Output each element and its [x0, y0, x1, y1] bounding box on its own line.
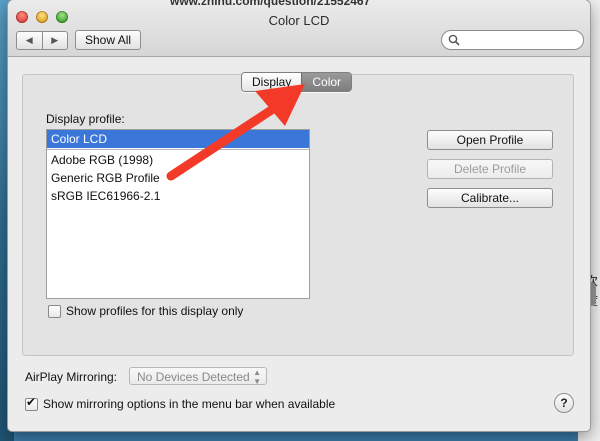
mirroring-options-row[interactable]: Show mirroring options in the menu bar w… — [25, 395, 336, 411]
tab-color[interactable]: Color — [301, 73, 352, 91]
airplay-select-value: No Devices Detected — [137, 370, 250, 384]
preferences-window: Color LCD ◀ ▶ Show All Display Color Dis… — [8, 0, 590, 431]
search-icon — [448, 34, 460, 46]
list-item-srgb[interactable]: sRGB IEC61966-2.1 — [47, 187, 309, 205]
tab-display[interactable]: Display — [242, 73, 302, 91]
show-profiles-row[interactable]: Show profiles for this display only — [48, 304, 243, 318]
show-profiles-label: Show profiles for this display only — [66, 304, 244, 318]
delete-profile-button[interactable]: Delete Profile — [427, 159, 553, 179]
calibrate-button[interactable]: Calibrate... — [427, 188, 553, 208]
help-button[interactable]: ? — [554, 393, 574, 413]
open-profile-button[interactable]: Open Profile — [427, 130, 553, 150]
list-separator — [47, 149, 309, 150]
display-profile-list[interactable]: Color LCD Adobe RGB (1998) Generic RGB P… — [46, 129, 310, 299]
chevron-right-icon: ▶ — [51, 35, 59, 45]
show-all-button[interactable]: Show All — [75, 30, 142, 50]
window-title: Color LCD — [268, 13, 330, 28]
back-button[interactable]: ◀ — [17, 32, 42, 49]
select-arrows-icon: ▲ ▼ — [253, 368, 261, 386]
back-forward-buttons: ◀ ▶ — [16, 31, 68, 50]
list-item-color-lcd[interactable]: Color LCD — [47, 130, 309, 148]
display-profile-label: Display profile: — [46, 112, 125, 126]
search-input[interactable] — [441, 30, 584, 50]
list-item-generic-rgb[interactable]: Generic RGB Profile — [47, 169, 309, 187]
mirroring-options-label: Show mirroring options in the menu bar w… — [43, 397, 336, 411]
show-profiles-checkbox[interactable] — [48, 304, 61, 318]
tab-bar: Display Color — [241, 72, 353, 92]
chevron-left-icon: ◀ — [25, 35, 33, 45]
list-item-adobe-rgb[interactable]: Adobe RGB (1998) — [47, 151, 309, 169]
airplay-mirroring-select[interactable]: No Devices Detected ▲ ▼ — [129, 367, 267, 386]
forward-button[interactable]: ▶ — [41, 32, 68, 49]
mirroring-options-checkbox[interactable] — [25, 395, 38, 411]
background-url: www.zhihu.com/question/21552467 — [170, 0, 371, 8]
airplay-mirroring-label: AirPlay Mirroring: — [25, 370, 118, 384]
